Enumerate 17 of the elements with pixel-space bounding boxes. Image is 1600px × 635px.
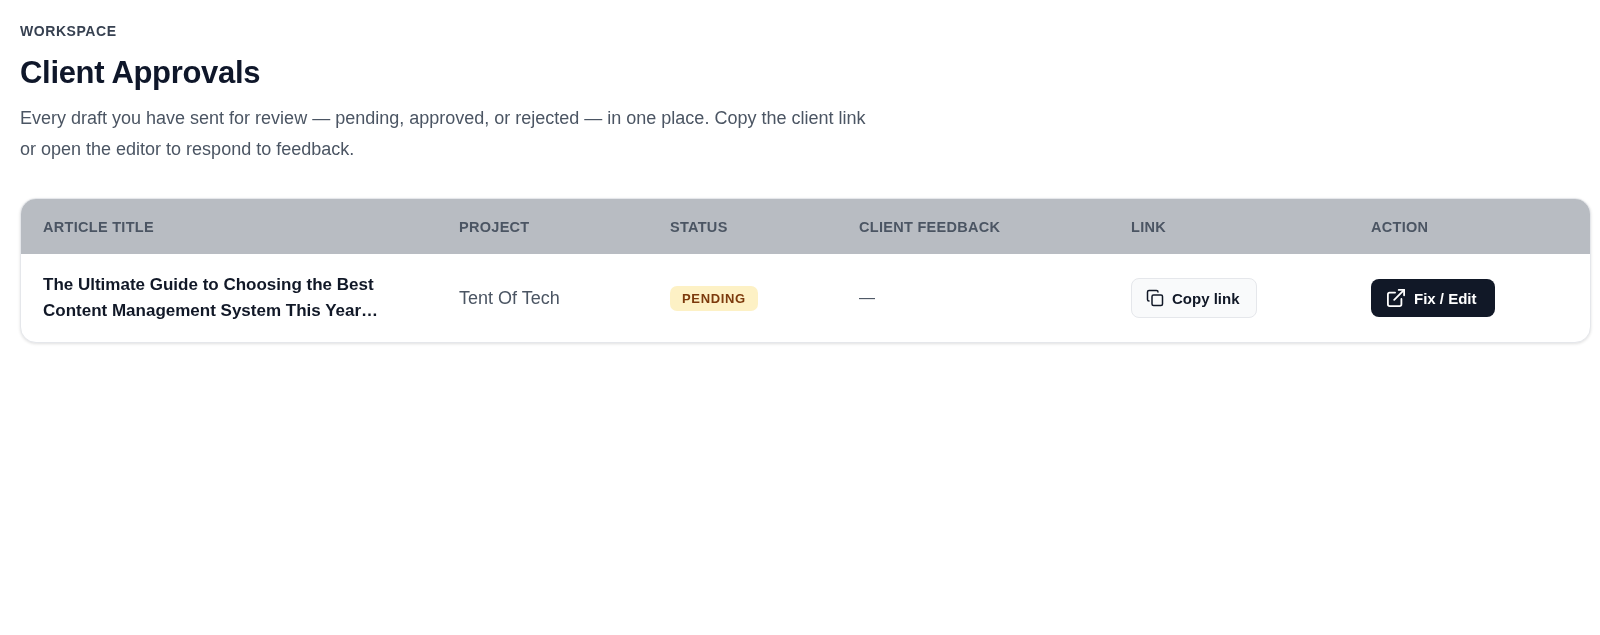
section-label: WORKSPACE xyxy=(20,22,118,40)
article-title: The Ultimate Guide to Choosing the Best Content Management System This Year… xyxy=(42,274,380,322)
column-header: ARTICLE TITLE xyxy=(42,218,154,235)
column-header: STATUS xyxy=(669,218,728,235)
page-title: Client Approvals xyxy=(20,55,262,91)
column-header: LINK xyxy=(1130,218,1166,235)
copy-link-button[interactable]: Copy link xyxy=(1131,278,1257,318)
column-header: PROJECT xyxy=(458,218,530,235)
external-link-icon xyxy=(1387,289,1405,307)
feedback-text: — xyxy=(858,289,875,307)
fix-edit-button[interactable]: Fix / Edit xyxy=(1371,279,1495,317)
page-description: Every draft you have sent for review — pending, approved, or rejected — in one place. Copy the client link or open the editor to respond to feedback. xyxy=(20,107,867,161)
column-header: ACTION xyxy=(1370,218,1429,235)
copy-icon xyxy=(1146,289,1164,307)
column-header: CLIENT FEEDBACK xyxy=(858,218,1001,235)
status-badge: PENDING xyxy=(670,285,758,311)
project-name: Tent Of Tech xyxy=(458,287,560,309)
